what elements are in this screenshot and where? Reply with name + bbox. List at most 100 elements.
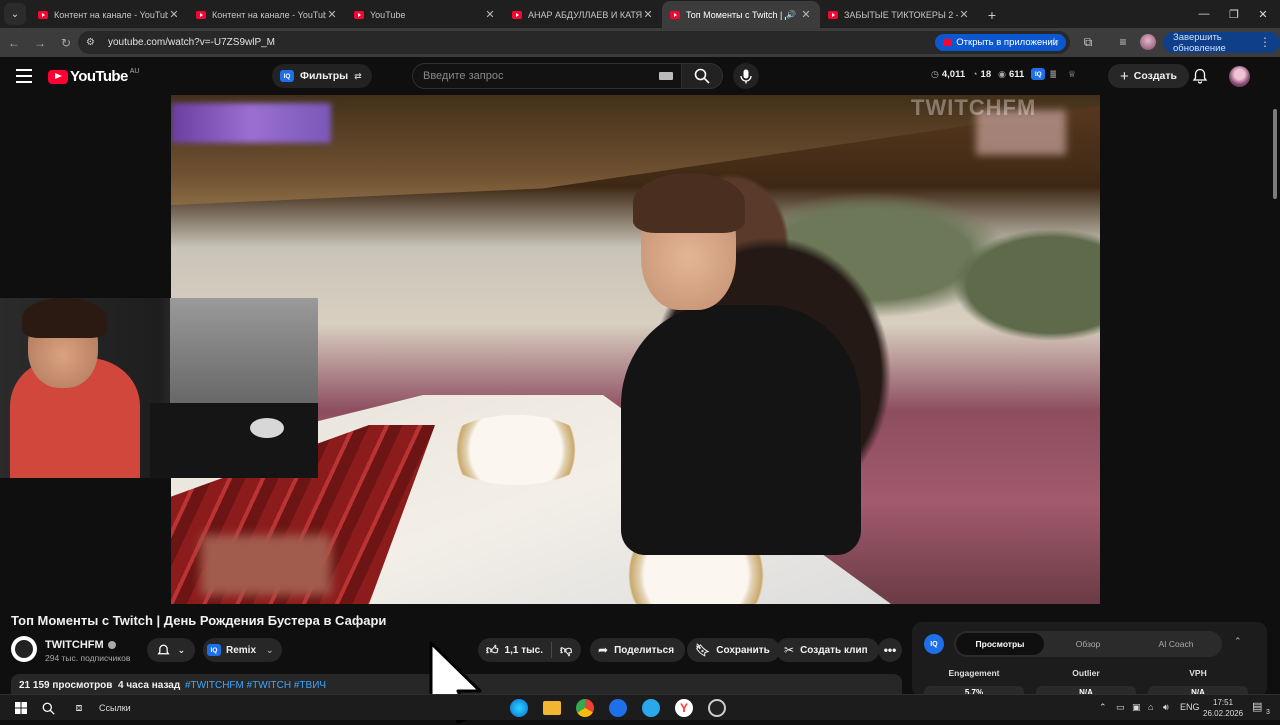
language-indicator[interactable]: ENG [1180, 702, 1200, 712]
vidiq-tabs: Просмотры Обзор AI Coach [954, 631, 1222, 657]
url-field[interactable]: ⚙ youtube.com/watch?v=-U7ZS9wlP_M Открыт… [78, 31, 1070, 54]
youtube-favicon-icon [828, 10, 838, 19]
hamburger-menu-icon[interactable] [16, 69, 32, 83]
stat-likes: ◔ 18 [972, 69, 991, 80]
search-button[interactable] [681, 63, 723, 89]
microphone-icon [740, 69, 752, 83]
obs-icon[interactable] [708, 699, 726, 717]
url-text: youtube.com/watch?v=-U7ZS9wlP_M [108, 37, 276, 48]
browser-tab[interactable]: АНАР АБДУЛЛАЕВ И КАТЯ ЕКА✕ [504, 1, 662, 28]
bookmark-star-icon[interactable]: ☆ [1043, 31, 1065, 53]
save-button[interactable]: 🔖︎ Сохранить [687, 638, 780, 662]
browser-tab-strip: ⌄ Контент на канале - YouTube Studio✕ Ко… [0, 0, 1280, 28]
new-tab-button[interactable]: + [978, 1, 1006, 28]
tab-views[interactable]: Просмотры [956, 633, 1044, 655]
tray-chevron-icon[interactable]: ⌃ [1099, 702, 1107, 713]
create-button[interactable]: + Создать [1108, 64, 1189, 88]
browser-tab[interactable]: Контент на канале - YouTube Studio✕ [30, 1, 188, 28]
keyboard-icon[interactable] [659, 72, 673, 80]
create-clip-button[interactable]: ✂ Создать клип [776, 638, 879, 662]
tab-close-icon[interactable]: ✕ [326, 8, 338, 21]
windows-logo-icon [15, 702, 27, 714]
video-frame-person [621, 305, 861, 555]
yandex-browser-icon[interactable]: Y [675, 699, 693, 717]
minimize-icon[interactable]: — [1187, 0, 1221, 28]
download-app-icon[interactable] [609, 699, 627, 717]
upload-age: 4 часа назад [118, 680, 181, 691]
tab-close-icon[interactable]: ✕ [168, 8, 180, 21]
menu-kebab-icon[interactable]: ⋮ [1254, 31, 1276, 53]
vidiq-icon: IQ [1031, 68, 1046, 80]
trophy-icon[interactable]: ♕ [1068, 69, 1076, 80]
clock-date: 26.02.2026 [1203, 709, 1244, 718]
search-input[interactable]: Введите запрос [412, 63, 682, 89]
vidiq-icon: IQ [280, 70, 294, 82]
back-icon[interactable]: ← [2, 31, 26, 55]
youtube-logo[interactable]: YouTube AU [48, 68, 139, 85]
media-controls-icon[interactable]: ≡ [1112, 31, 1134, 53]
channel-name[interactable]: TWITCHFM [45, 639, 116, 651]
tab-close-icon[interactable]: ✕ [642, 8, 654, 21]
profile-avatar[interactable] [1140, 34, 1156, 50]
telegram-icon[interactable] [642, 699, 660, 717]
browser-tab[interactable]: YouTube ✕ [346, 1, 504, 28]
links-toolbar[interactable]: Ссылки [99, 703, 131, 713]
forward-icon[interactable]: → [28, 31, 52, 55]
windows-start-icon[interactable] [10, 698, 32, 718]
tab-title: АНАР АБДУЛЛАЕВ И КАТЯ ЕКА [528, 9, 642, 20]
reload-icon[interactable]: ↻ [54, 31, 78, 55]
task-view-icon[interactable]: ⧈ [68, 698, 90, 718]
notifications-bell-icon[interactable] [1192, 68, 1208, 84]
voice-search-button[interactable] [733, 63, 759, 89]
browser-tab-active[interactable]: Топ Моменты с Twitch | День Рождения🔊 ✕ [662, 1, 820, 28]
extensions-icon[interactable]: ⧉ [1077, 31, 1099, 53]
video-frame-plate [441, 415, 591, 485]
speaker-icon[interactable]: 🔊 [786, 10, 796, 19]
hashtags[interactable]: #TWITCHFM #TWITCH #ТВИЧ [185, 680, 326, 691]
share-button[interactable]: ➦ Поделиться [590, 638, 686, 662]
more-actions-button[interactable]: ••• [878, 638, 902, 662]
video-watermark: TWITCHFM [911, 95, 1037, 120]
browser-tab[interactable]: ЗАБЫТЫЕ ТИКТОКЕРЫ 2 - Что с ними✕ [820, 1, 978, 28]
system-clock[interactable]: 17:51 26.02.2026 [1203, 697, 1243, 719]
subscription-bell-button[interactable]: ⌄ [147, 638, 195, 662]
tab-close-icon[interactable]: ✕ [958, 8, 970, 21]
edge-icon[interactable] [510, 699, 528, 717]
youtube-favicon-icon [512, 10, 522, 19]
list-icon[interactable]: ≣ [1049, 69, 1057, 80]
view-count: 21 159 просмотров [19, 680, 113, 691]
close-window-icon[interactable]: ✕ [1246, 0, 1280, 28]
eye-icon: ◉ [998, 68, 1006, 79]
youtube-favicon-icon [196, 10, 206, 19]
tab-search-button[interactable]: ⌄ [4, 3, 26, 25]
vidiq-filters-button[interactable]: IQ Фильтры ⇄ [272, 64, 372, 88]
tray-display-icon[interactable]: ▣ [1132, 702, 1141, 713]
tray-network-icon[interactable]: ⌂ [1148, 702, 1153, 712]
tab-close-icon[interactable]: ✕ [484, 8, 496, 21]
remix-label: Remix [226, 644, 257, 656]
tab-overview[interactable]: Обзор [1044, 633, 1132, 655]
sliders-icon: ⇄ [354, 70, 362, 81]
tab-ai-coach[interactable]: AI Coach [1132, 633, 1220, 655]
tray-app-icon[interactable]: ▭ [1116, 702, 1125, 713]
site-settings-icon[interactable]: ⚙ [86, 37, 100, 48]
page-scrollbar[interactable] [1270, 95, 1280, 694]
chevron-up-icon[interactable]: ⌃ [1234, 636, 1242, 647]
bell-icon [157, 644, 170, 654]
file-explorer-icon[interactable] [543, 701, 561, 715]
vidiq-toolbar[interactable]: IQ ≣ ♕ [1031, 68, 1079, 80]
tray-volume-icon[interactable]: 🔊︎ [1163, 702, 1169, 713]
account-avatar[interactable] [1229, 66, 1250, 87]
plus-icon: + [1120, 67, 1129, 85]
tab-close-icon[interactable]: ✕ [800, 8, 812, 21]
tab-title: Контент на канале - YouTube Studio [54, 9, 168, 20]
blurred-region [201, 535, 331, 595]
channel-avatar[interactable] [11, 636, 37, 662]
dislike-button[interactable]: 👎︎ [552, 638, 580, 662]
chrome-icon[interactable] [576, 699, 594, 717]
browser-tab[interactable]: Контент на канале - YouTube Studio✕ [188, 1, 346, 28]
search-icon[interactable] [37, 698, 59, 718]
notifications-icon[interactable]: ▤ [1252, 700, 1262, 713]
remix-button[interactable]: IQ Remix ⌄ [203, 638, 282, 662]
scrollbar-thumb[interactable] [1273, 109, 1277, 199]
